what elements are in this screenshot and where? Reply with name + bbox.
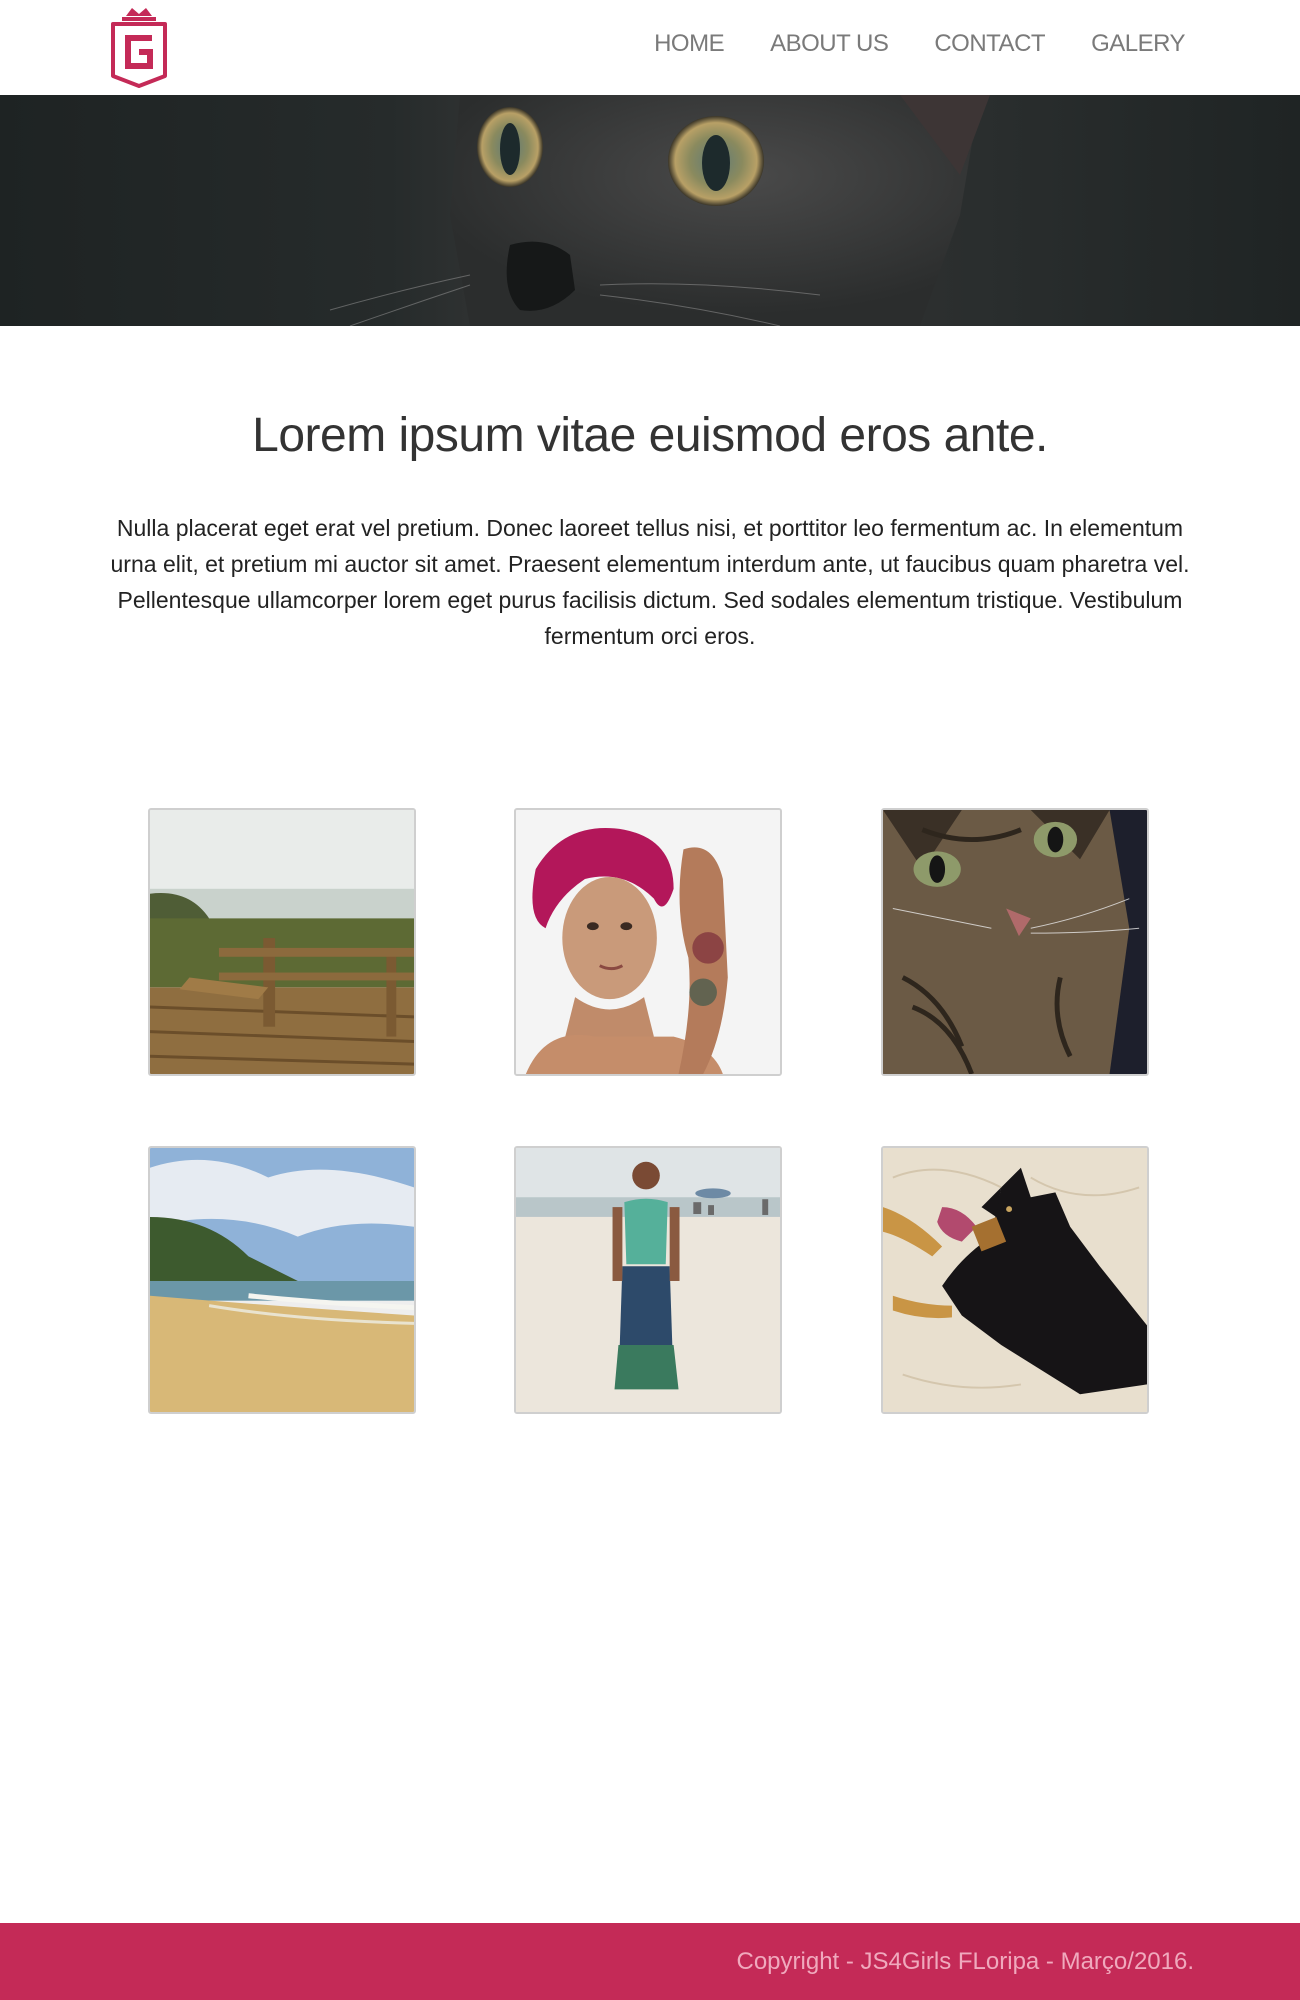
hero-banner <box>0 95 1300 326</box>
dog-in-sand-image <box>883 1148 1147 1412</box>
gallery-photo-beach-woman[interactable] <box>514 1146 782 1414</box>
nav-home-link[interactable]: HOME <box>654 30 725 58</box>
black-cat-banner-image <box>329 95 990 326</box>
gallery-photo-tabby-cat[interactable] <box>881 808 1149 1076</box>
nav-gallery-link[interactable]: GALERY <box>1091 30 1185 58</box>
gallery-photo-portrait[interactable] <box>514 808 782 1076</box>
site-footer: Copyright - JS4Girls FLoripa - Março/201… <box>0 1923 1300 2000</box>
nav-about-link[interactable]: ABOUT US <box>770 30 889 58</box>
page-headline: Lorem ipsum vitae euismod eros ante. <box>252 409 1048 462</box>
gallery-photo-boardwalk[interactable] <box>148 808 416 1076</box>
gallery-photo-dog[interactable] <box>881 1146 1149 1414</box>
copyright-text: Copyright - JS4Girls FLoripa - Março/201… <box>736 1948 1195 1975</box>
woman-on-beach-image <box>516 1148 780 1412</box>
woman-pink-hair-image <box>516 810 780 1074</box>
main-nav: HOME ABOUT US CONTACT GALERY <box>654 30 1185 58</box>
beach-shoreline-image <box>150 1148 414 1412</box>
intro-paragraph: Nulla placerat eget erat vel pretium. Do… <box>110 515 1190 649</box>
beach-boardwalk-image <box>150 810 414 1074</box>
nav-contact-link[interactable]: CONTACT <box>934 30 1045 58</box>
site-header: HOME ABOUT US CONTACT GALERY <box>0 0 1300 95</box>
gallery-photo-beach[interactable] <box>148 1146 416 1414</box>
g-crown-logo-icon[interactable] <box>108 6 170 88</box>
tabby-cat-image <box>883 810 1147 1074</box>
